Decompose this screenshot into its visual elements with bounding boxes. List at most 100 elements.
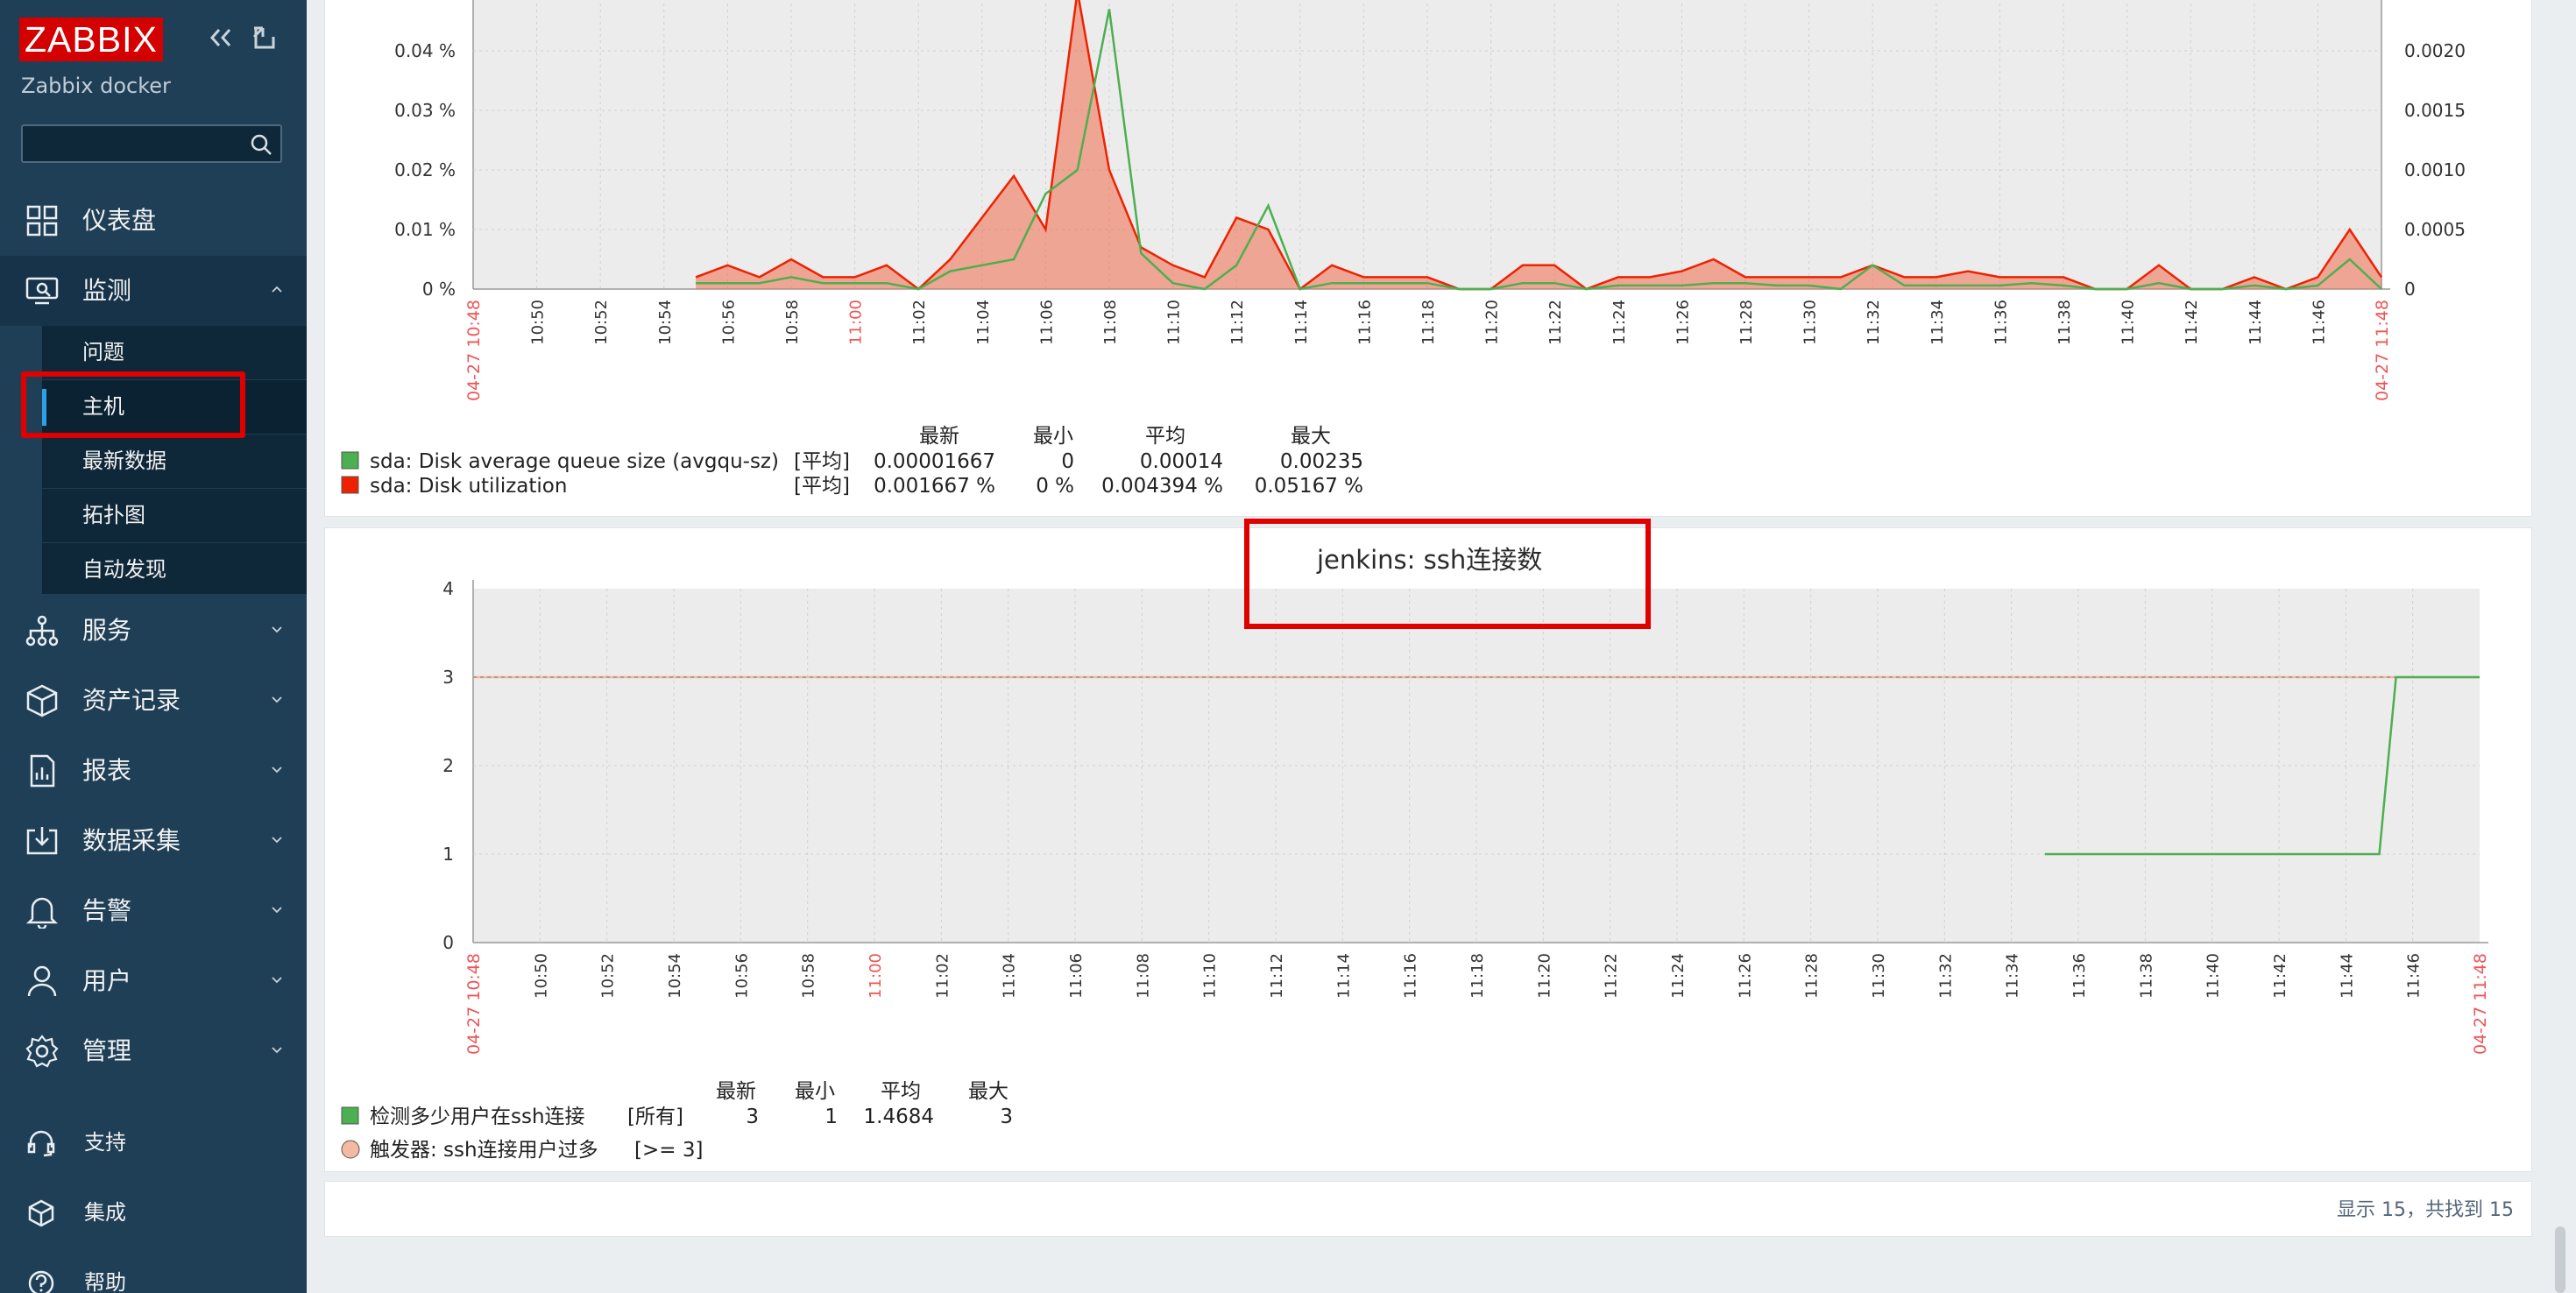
time-tick-label: 10:58 [800,953,818,999]
y-left-tick-label: 0.03 % [394,100,456,121]
time-tick-label: 11:04 [974,300,993,345]
time-tick-label: 10:52 [592,300,611,345]
time-tick-label: 11:26 [1736,953,1754,999]
y-right-tick-label: 0.0020 [2404,40,2466,61]
time-end-label: 04-27 11:48 [2373,300,2392,401]
y-left-tick-label: 0.02 % [394,159,456,180]
legend-function: [平均] [794,475,850,498]
time-tick-label: 11:18 [1419,300,1438,345]
legend-function: [所有] [627,1106,683,1128]
legend-value-min: 0 [1061,450,1074,473]
legend-trigger-swatch [341,1140,360,1159]
legend-header: 最新 [919,425,959,448]
time-tick-label: 11:38 [2137,953,2155,999]
y-tick-label: 0 [442,932,454,953]
scrollbar[interactable] [2555,1226,2565,1293]
time-tick-label: 11:42 [2183,300,2201,345]
time-tick-label: 11:32 [1865,300,1883,345]
time-tick-label: 11:10 [1201,953,1220,999]
legend-header: 平均 [881,1080,921,1103]
legend-value-max: 0.00235 [1280,450,1363,473]
y-right-tick-label: 0 [2404,279,2416,300]
time-tick-label: 10:58 [783,300,802,345]
time-tick-label: 11:18 [1468,953,1487,999]
legend-value-max: 0.05167 % [1255,475,1363,498]
legend-trigger-name: 触发器: ssh连接用户过多 [370,1139,598,1162]
time-tick-label: 11:00 [867,953,885,999]
time-tick-label: 11:08 [1134,953,1152,999]
legend-value-last: 0.00001667 [874,450,995,473]
y-right-tick-label: 0.0015 [2404,100,2466,121]
legend-header: 最小 [1033,425,1073,448]
legend-header: 最大 [968,1080,1008,1103]
time-tick-label: 11:28 [1803,953,1822,999]
time-tick-label: 11:14 [1334,953,1353,999]
legend-header: 最小 [795,1080,835,1103]
time-tick-label: 11:02 [933,953,952,999]
time-tick-label: 11:20 [1535,953,1553,999]
legend-function: [平均] [794,450,850,473]
time-tick-label: 11:26 [1674,300,1692,345]
time-tick-label: 11:20 [1483,300,1502,345]
time-tick-label: 11:06 [1067,953,1086,999]
time-tick-label: 11:12 [1228,300,1247,345]
legend-value-max: 3 [1000,1106,1013,1128]
y-tick-label: 1 [442,844,454,865]
y-tick-label: 2 [442,755,454,776]
legend-value-avg: 1.4684 [864,1106,934,1128]
legend-series-name: sda: Disk utilization [370,475,567,498]
y-left-tick-label: 0.01 % [394,219,456,240]
time-tick-label: 11:36 [2070,953,2089,999]
time-tick-label: 11:30 [1870,953,1888,999]
legend-value-min: 0 % [1036,475,1074,498]
time-tick-label: 11:14 [1292,300,1311,345]
legend-swatch [341,451,359,470]
y-left-tick-label: 0.04 % [394,40,456,61]
legend-value-avg: 0.004394 % [1101,475,1223,498]
time-tick-label: 11:10 [1165,300,1184,345]
time-tick-label: 10:56 [732,953,751,999]
time-tick-label: 10:50 [532,953,550,999]
time-start-label: 04-27 10:48 [464,953,484,1055]
legend-swatch [341,476,359,494]
time-tick-label: 11:16 [1402,953,1420,999]
legend-value-last: 3 [746,1106,759,1128]
y-right-tick-label: 0.0005 [2404,219,2466,240]
legend-header: 最新 [716,1080,756,1103]
y-tick-label: 3 [442,667,454,688]
time-tick-label: 11:12 [1268,953,1286,999]
legend-value-avg: 0.00014 [1140,450,1223,473]
time-tick-label: 11:00 [847,300,866,345]
time-tick-label: 11:34 [1928,300,1947,345]
legend-series-name: 检测多少用户在ssh连接 [370,1106,585,1128]
legend-trigger-expression: [>= 3] [634,1139,703,1162]
y-right-tick-label: 0.0010 [2404,159,2466,180]
time-tick-label: 11:16 [1355,300,1374,345]
paging-summary: 显示 15，共找到 15 [2337,1199,2514,1221]
time-tick-label: 11:08 [1101,300,1120,345]
charts-canvas: 10:50 10:52 10:54 10:56 10:58 11:00 11:02 11:04… [341,0,2490,1162]
legend-header: 平均 [1145,425,1185,448]
time-tick-label: 11:04 [1001,953,1019,999]
time-tick-label: 10:50 [529,300,548,345]
time-tick-label: 11:24 [1669,953,1688,999]
time-tick-label: 11:32 [1936,953,1955,999]
time-tick-label: 11:38 [2056,300,2074,345]
time-tick-label: 11:40 [2120,300,2138,345]
legend-header: 最大 [1291,425,1331,448]
time-start-label: 04-27 10:48 [464,300,484,401]
time-tick-label: 11:40 [2204,953,2223,999]
time-tick-label: 11:34 [2004,953,2022,999]
legend-value-min: 1 [824,1106,838,1128]
legend-swatch [341,1106,359,1125]
time-tick-label: 11:46 [2310,300,2328,345]
time-tick-label: 11:44 [2247,300,2265,345]
time-tick-label: 11:02 [910,300,929,345]
y-tick-label: 4 [442,578,454,599]
time-tick-label: 11:28 [1737,300,1756,345]
time-tick-label: 10:52 [599,953,618,999]
time-tick-label: 11:46 [2405,953,2424,999]
time-tick-label: 10:54 [656,300,675,345]
time-tick-label: 11:30 [1801,300,1820,345]
time-end-label: 04-27 11:48 [2471,953,2490,1055]
